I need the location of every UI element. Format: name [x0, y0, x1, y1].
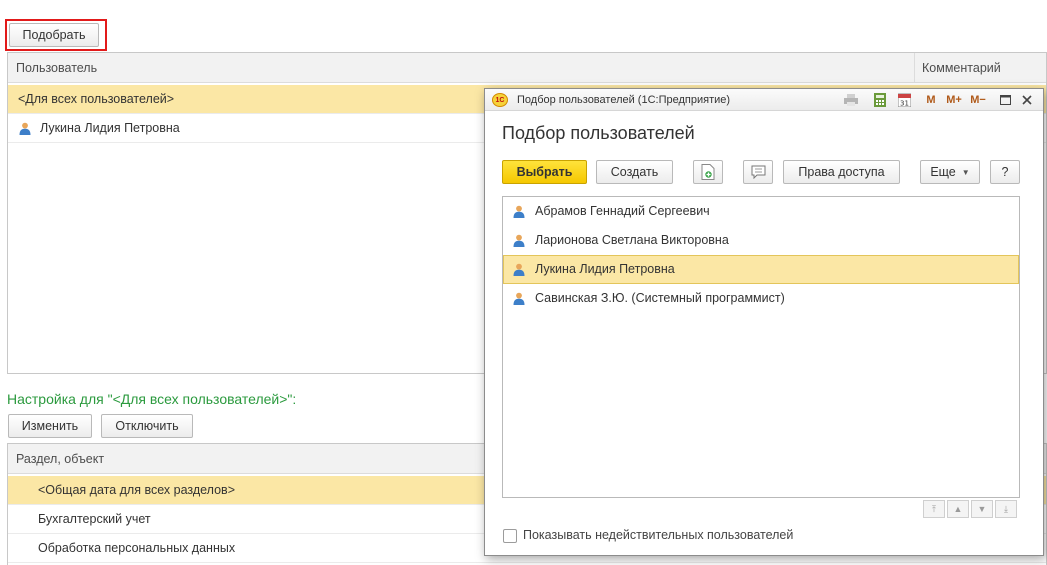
add-from-file-button[interactable] — [693, 160, 723, 184]
maximize-icon[interactable] — [997, 92, 1013, 108]
row-label: Бухгалтерский учет — [38, 512, 151, 526]
user-name: Абрамов Геннадий Сергеевич — [535, 204, 710, 218]
move-up-icon[interactable]: ▲ — [947, 500, 969, 518]
calculator-icon[interactable] — [872, 92, 888, 108]
list-item[interactable]: Савинская З.Ю. (Системный программист) — [503, 284, 1019, 313]
user-name: Лукина Лидия Петровна — [535, 262, 675, 276]
comment-icon — [751, 165, 765, 179]
user-icon — [513, 205, 525, 218]
help-button[interactable]: ? — [990, 160, 1020, 184]
more-label: Еще — [930, 165, 956, 179]
column-comment[interactable]: Комментарий — [914, 53, 1001, 83]
user-icon — [513, 234, 525, 247]
user-name: Савинская З.Ю. (Системный программист) — [535, 291, 785, 305]
user-icon — [513, 263, 525, 276]
dialog-window-title: Подбор пользователей (1С:Предприятие) — [517, 94, 731, 106]
access-rights-button[interactable]: Права доступа — [783, 160, 900, 184]
memory-mplus-button[interactable]: M+ — [943, 92, 965, 108]
show-invalid-checkbox[interactable] — [503, 529, 517, 543]
print-icon[interactable] — [843, 92, 859, 108]
show-invalid-label[interactable]: Показывать недействительных пользователе… — [523, 528, 793, 542]
move-last-icon[interactable]: ⤓ — [995, 500, 1017, 518]
user-name: Ларионова Светлана Викторовна — [535, 233, 729, 247]
pick-users-dialog: 1С Подбор пользователей (1С:Предприятие)… — [484, 88, 1044, 556]
list-item[interactable]: Абрамов Геннадий Сергеевич — [503, 197, 1019, 226]
move-down-icon[interactable]: ▼ — [971, 500, 993, 518]
close-icon[interactable] — [1019, 92, 1035, 108]
column-user[interactable]: Пользователь — [8, 53, 97, 83]
move-first-icon[interactable]: ⤒ — [923, 500, 945, 518]
memory-mminus-button[interactable]: M− — [967, 92, 989, 108]
row-label: Обработка персональных данных — [38, 541, 236, 555]
dialog-heading: Подбор пользователей — [502, 123, 695, 143]
create-button[interactable]: Создать — [596, 160, 673, 184]
row-label: <Общая дата для всех разделов> — [38, 483, 235, 497]
chevron-down-icon: ▼ — [961, 167, 970, 177]
app-logo-icon: 1С — [492, 93, 508, 107]
disable-button[interactable]: Отключить — [101, 414, 193, 438]
dialog-titlebar[interactable]: 1С Подбор пользователей (1С:Предприятие)… — [485, 89, 1043, 111]
users-table-header: Пользователь Комментарий — [8, 53, 1046, 83]
pick-button[interactable]: Подобрать — [9, 23, 99, 47]
edit-button[interactable]: Изменить — [8, 414, 92, 438]
row-label: Лукина Лидия Петровна — [40, 121, 180, 135]
row-label: <Для всех пользователей> — [18, 92, 175, 106]
user-icon — [513, 292, 525, 305]
document-add-icon — [701, 164, 715, 180]
memory-m-button[interactable]: M — [923, 92, 939, 108]
settings-title: Настройка для "<Для всех пользователей>"… — [7, 391, 297, 407]
svg-text:31: 31 — [900, 100, 909, 108]
list-item[interactable]: Лукина Лидия Петровна — [503, 255, 1019, 284]
list-item[interactable]: Ларионова Светлана Викторовна — [503, 226, 1019, 255]
user-icon — [19, 122, 31, 135]
users-list[interactable]: Абрамов Геннадий Сергеевич Ларионова Све… — [502, 196, 1020, 498]
comment-button[interactable] — [743, 160, 773, 184]
column-section[interactable]: Раздел, объект — [8, 444, 104, 474]
calendar-icon[interactable]: 31 — [896, 92, 912, 108]
choose-button[interactable]: Выбрать — [502, 160, 587, 184]
more-button[interactable]: Еще ▼ — [920, 160, 980, 184]
